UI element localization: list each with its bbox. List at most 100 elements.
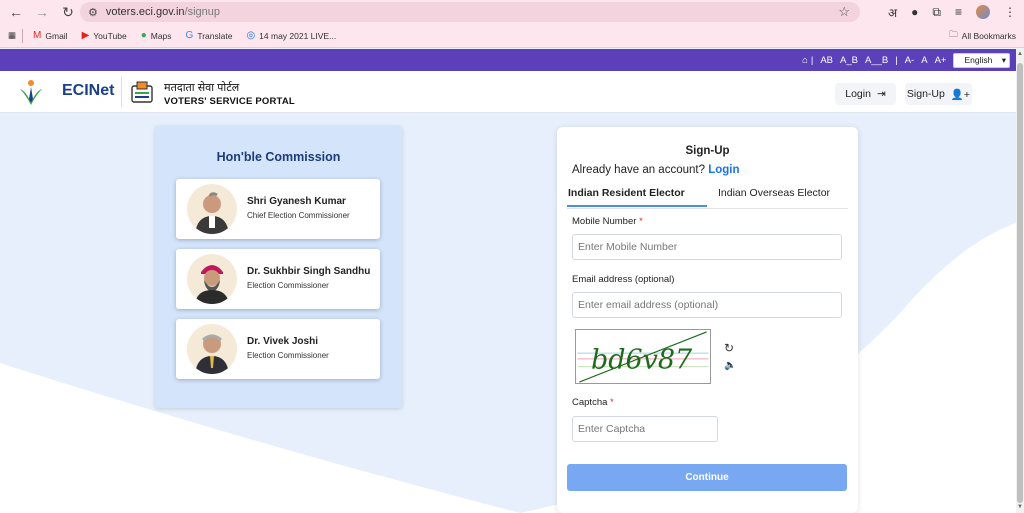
font-option-ab[interactable]: AB [820, 55, 833, 66]
login-link[interactable]: Login [708, 164, 739, 176]
reading-list-icon[interactable]: ≡ [955, 5, 962, 19]
tab-indian-overseas[interactable]: Indian Overseas Elector [718, 187, 830, 199]
member-role: Chief Election Commissioner [247, 211, 350, 220]
bookmark-star-icon[interactable]: ☆ [838, 4, 850, 20]
member-card: Dr. Sukhbir Singh Sandhu Election Commis… [176, 249, 380, 309]
voter-portal-logo [131, 81, 153, 103]
header-signup-button[interactable]: Sign-Up 👤+ [905, 83, 972, 105]
member-photo [187, 184, 237, 234]
maps-icon: ● [140, 30, 147, 41]
forward-arrow-icon[interactable]: → [32, 2, 52, 22]
commission-panel: Hon'ble Commission Shri Gyanesh Kumar Ch… [155, 126, 402, 408]
member-photo-image [195, 334, 229, 374]
language-value: English [964, 54, 993, 65]
captcha-label: Captcha * [572, 397, 614, 408]
member-name: Shri Gyanesh Kumar [247, 196, 346, 207]
captcha-input[interactable] [572, 416, 718, 442]
bookmark-translate[interactable]: G Translate [186, 30, 233, 41]
extensions-puzzle-icon[interactable]: ⧉ [932, 5, 941, 20]
language-select[interactable]: English ▾ [953, 52, 1010, 68]
member-photo [187, 324, 237, 374]
header-login-button[interactable]: Login ⇥ [835, 83, 896, 105]
folder-icon: 🗀 [949, 29, 958, 39]
bookmark-label: YouTube [93, 30, 127, 41]
login-label: Login [845, 88, 871, 100]
accessibility-strip: ⌂ | AB A_B A__B | A- A A+ English ▾ [0, 49, 1016, 71]
member-photo-image [195, 265, 229, 304]
captcha-label-text: Captcha [572, 397, 608, 408]
header-divider [121, 77, 122, 107]
required-mark: * [639, 216, 643, 227]
portal-name-english: VOTERS' SERVICE PORTAL [164, 96, 295, 107]
scroll-up-icon[interactable]: ▲ [1016, 51, 1024, 57]
tab-indian-resident[interactable]: Indian Resident Elector [567, 187, 707, 207]
bookmark-label: 14 may 2021 LIVE... [259, 30, 337, 41]
back-arrow-icon[interactable]: ← [6, 2, 26, 22]
eci-name: ECINet [62, 82, 115, 99]
signup-title: Sign-Up [685, 145, 730, 157]
bookmark-gmail[interactable]: M Gmail [33, 30, 68, 41]
text-size-decrease[interactable]: A- [905, 55, 915, 66]
email-input[interactable] [572, 292, 842, 318]
captcha-image: bd6v87 [575, 329, 711, 384]
bookmarks-divider [22, 28, 24, 43]
all-bookmarks-label: All Bookmarks [961, 31, 1016, 41]
globe-icon: ◎ [246, 30, 256, 41]
refresh-captcha-icon[interactable]: ↻ [724, 341, 734, 355]
bookmark-live[interactable]: ◎ 14 may 2021 LIVE... [246, 30, 336, 41]
user-plus-icon: 👤+ [950, 88, 971, 101]
page-scrollbar[interactable]: ▲ ▼ [1016, 49, 1024, 513]
text-size-increase[interactable]: A+ [935, 55, 947, 66]
mobile-label-text: Mobile Number [572, 216, 637, 227]
bookmark-label: Gmail [45, 30, 68, 41]
signup-card: Sign-Up Already have an account? Login I… [557, 127, 858, 513]
required-mark: * [610, 397, 614, 408]
font-option-a-b[interactable]: A_B [840, 55, 858, 66]
extension-icon[interactable]: ● [911, 5, 918, 19]
member-photo [187, 254, 237, 304]
apps-grid-icon[interactable]: ▦ [8, 30, 16, 41]
font-option-a--b[interactable]: A__B [865, 55, 888, 66]
signup-label: Sign-Up [906, 88, 945, 100]
translate-extension-icon[interactable]: अ [888, 4, 897, 21]
member-card: Shri Gyanesh Kumar Chief Election Commis… [176, 179, 380, 239]
url-path: /signup [184, 6, 221, 18]
profile-avatar[interactable] [976, 5, 990, 19]
strip-divider: | [895, 54, 898, 66]
bookmark-label: Maps [150, 30, 172, 41]
mobile-number-input[interactable] [572, 234, 842, 260]
email-label: Email address (optional) [572, 274, 675, 285]
member-card: Dr. Vivek Joshi Election Commissioner [176, 319, 380, 379]
tab-underline [567, 208, 848, 209]
address-bar[interactable]: ⚙ voters.eci.gov.in/signup ☆ [80, 2, 860, 22]
site-settings-icon[interactable]: ⚙ [88, 6, 98, 19]
portal-name-hindi: मतदाता सेवा पोर्टल [164, 82, 240, 94]
mobile-label: Mobile Number * [572, 216, 643, 227]
url-host: voters.eci.gov.in [105, 6, 185, 18]
member-role: Election Commissioner [247, 351, 329, 360]
browser-actions: अ ● ⧉ ≡ ⋮ [888, 2, 1016, 22]
login-arrow-icon: ⇥ [876, 88, 886, 100]
member-name: Dr. Sukhbir Singh Sandhu [247, 266, 371, 277]
youtube-icon: ▶ [81, 30, 90, 41]
translate-icon: G [185, 30, 194, 41]
already-account-text: Already have an account? Login [572, 164, 739, 176]
url-text: voters.eci.gov.in/signup [106, 6, 220, 18]
scroll-thumb[interactable] [1017, 63, 1023, 503]
continue-button[interactable]: Continue [567, 464, 847, 491]
text-size-normal[interactable]: A [921, 55, 927, 66]
home-icon[interactable]: ⌂ [802, 55, 808, 66]
gmail-icon: M [33, 30, 42, 41]
scroll-down-icon[interactable]: ▼ [1016, 504, 1024, 510]
reload-icon[interactable]: ↻ [58, 2, 78, 22]
bookmark-youtube[interactable]: ▶ YouTube [82, 30, 127, 41]
speaker-icon[interactable]: 🔈 [724, 360, 736, 371]
bookmark-maps[interactable]: ● Maps [141, 30, 172, 41]
all-bookmarks[interactable]: 🗀 All Bookmarks [949, 29, 1016, 43]
member-role: Election Commissioner [247, 281, 329, 290]
captcha-text: bd6v87 [591, 345, 693, 376]
eci-logo [20, 80, 42, 105]
bookmarks-bar: ▦ M Gmail ▶ YouTube ● Maps G Translate ◎ 14 m… [0, 24, 1024, 48]
menu-kebab-icon[interactable]: ⋮ [1004, 5, 1016, 19]
member-photo-image [195, 192, 229, 234]
